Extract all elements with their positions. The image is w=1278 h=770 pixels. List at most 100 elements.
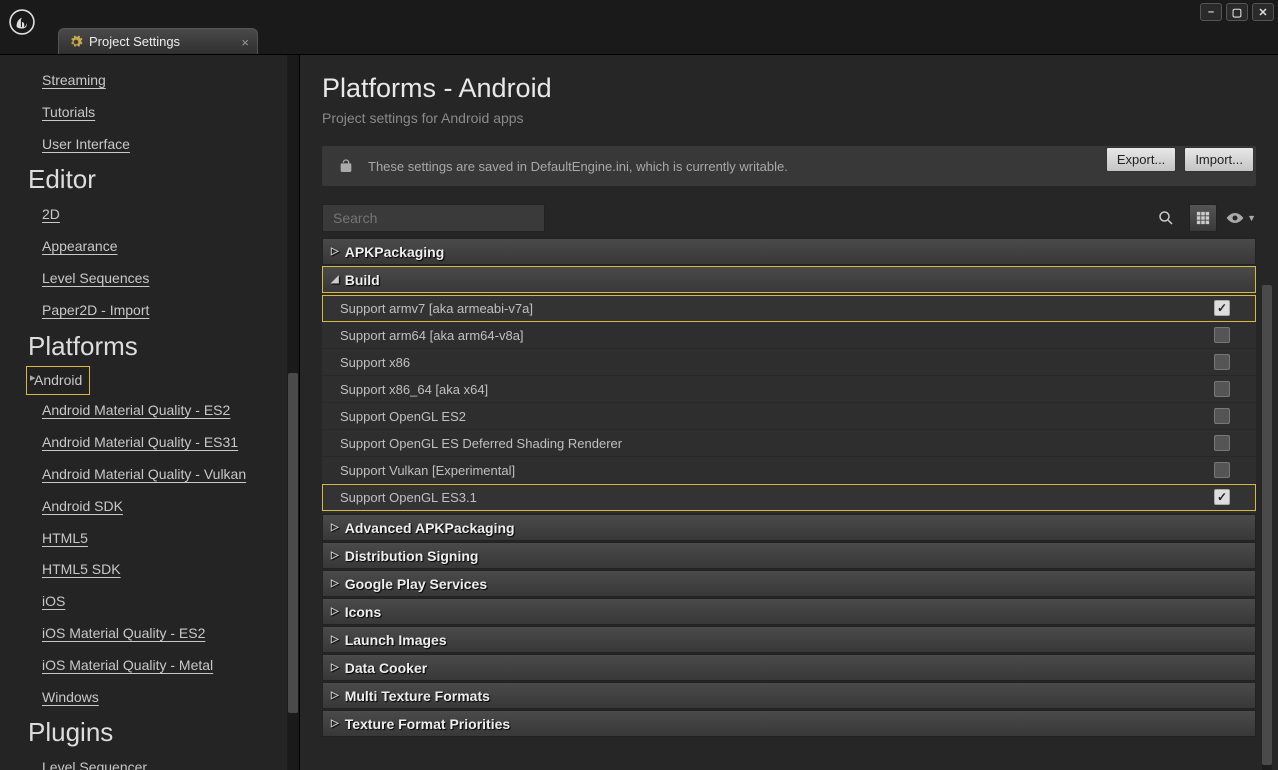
disclosure-closed-icon: ▷	[331, 246, 339, 257]
sidebar-group-editor: Editor	[0, 160, 287, 199]
sidebar-item-windows[interactable]: Windows	[0, 682, 287, 714]
disclosure-open-icon: ◢	[331, 274, 339, 285]
page-subtitle: Project settings for Android apps	[322, 110, 552, 126]
checkbox[interactable]	[1214, 462, 1230, 478]
close-button[interactable]: ✕	[1252, 3, 1274, 21]
category-distribution-signing[interactable]: ▷ Distribution Signing	[322, 542, 1256, 569]
app-logo	[8, 8, 36, 36]
disclosure-closed-icon: ▷	[331, 522, 339, 533]
grid-view-button[interactable]	[1189, 204, 1217, 232]
unreal-logo-icon	[9, 9, 35, 35]
category-icons[interactable]: ▷ Icons	[322, 598, 1256, 625]
sidebar-group-platforms: Platforms	[0, 327, 287, 366]
checkbox[interactable]	[1214, 381, 1230, 397]
import-button[interactable]: Import...	[1184, 147, 1254, 172]
sidebar-item-android-material-quality-es2[interactable]: Android Material Quality - ES2	[0, 395, 287, 427]
sidebar-item-android-sdk[interactable]: Android SDK	[0, 491, 287, 523]
checkbox[interactable]	[1214, 435, 1230, 451]
property-label: Support OpenGL ES Deferred Shading Rende…	[340, 436, 1214, 451]
visibility-button[interactable]: ▼	[1225, 211, 1256, 225]
property-row: Support Vulkan [Experimental]	[322, 457, 1256, 484]
property-label: Support Vulkan [Experimental]	[340, 463, 1214, 478]
property-list: Support armv7 [aka armeabi-v7a] Support a…	[322, 293, 1256, 513]
category-label: Build	[345, 272, 380, 288]
property-label: Support armv7 [aka armeabi-v7a]	[340, 301, 1214, 316]
category-multi-texture-formats[interactable]: ▷ Multi Texture Formats	[322, 682, 1256, 709]
search-icon[interactable]	[1157, 209, 1175, 230]
page-title: Platforms - Android	[322, 73, 552, 104]
disclosure-closed-icon: ▷	[331, 690, 339, 701]
sidebar-item-2d[interactable]: 2D	[0, 199, 287, 231]
property-label: Support arm64 [aka arm64-v8a]	[340, 328, 1214, 343]
tab-project-settings[interactable]: Project Settings ×	[58, 28, 258, 54]
category-label: APKPackaging	[345, 244, 445, 260]
checkbox[interactable]	[1214, 408, 1230, 424]
property-row: Support x86	[322, 349, 1256, 376]
category-label: Google Play Services	[345, 576, 487, 592]
minimize-button[interactable]: –	[1200, 3, 1222, 21]
sidebar-item-paper2d-import[interactable]: Paper2D - Import	[0, 295, 287, 327]
category-google-play-services[interactable]: ▷ Google Play Services	[322, 570, 1256, 597]
sidebar-item-android-material-quality-es31[interactable]: Android Material Quality - ES31	[0, 427, 287, 459]
content-scrollbar[interactable]	[1262, 285, 1272, 770]
sidebar-item-html5-sdk[interactable]: HTML5 SDK	[0, 554, 287, 586]
export-button[interactable]: Export...	[1106, 147, 1176, 172]
tab-close-icon[interactable]: ×	[241, 35, 249, 50]
sidebar-scrollbar[interactable]	[287, 55, 299, 770]
property-row: Support OpenGL ES2	[322, 403, 1256, 430]
chevron-down-icon: ▼	[1247, 213, 1256, 223]
category-texture-format-priorities[interactable]: ▷Texture Format Priorities	[322, 710, 1256, 737]
titlebar: – ▢ ✕	[0, 0, 1278, 26]
category-apkpackaging[interactable]: ▷ APKPackaging	[322, 238, 1256, 265]
disclosure-closed-icon: ▷	[331, 606, 339, 617]
category-label: Data Cooker	[345, 660, 427, 676]
search-input[interactable]	[322, 204, 545, 232]
disclosure-closed-icon: ▷	[331, 634, 339, 645]
category-label: Launch Images	[345, 632, 447, 648]
sidebar-item-ios[interactable]: iOS	[0, 586, 287, 618]
window-controls: – ▢ ✕	[1200, 3, 1274, 21]
sidebar-item-streaming[interactable]: Streaming	[0, 65, 287, 97]
checkbox[interactable]	[1214, 300, 1230, 316]
sidebar-item-tutorials[interactable]: Tutorials	[0, 97, 287, 129]
category-label: Distribution Signing	[345, 548, 479, 564]
sidebar-item-ios-material-quality-metal[interactable]: iOS Material Quality - Metal	[0, 650, 287, 682]
category-build[interactable]: ◢ Build	[322, 266, 1256, 293]
content-scrollbar-thumb[interactable]	[1262, 285, 1272, 765]
category-advanced-apkpackaging[interactable]: ▷ Advanced APKPackaging	[322, 514, 1256, 541]
checkbox[interactable]	[1214, 354, 1230, 370]
sidebar-item-user-interface[interactable]: User Interface	[0, 129, 287, 161]
sidebar-group-plugins: Plugins	[0, 713, 287, 752]
tab-bar: Project Settings ×	[0, 26, 1278, 54]
sidebar-item-ios-material-quality-es2[interactable]: iOS Material Quality - ES2	[0, 618, 287, 650]
property-label: Support OpenGL ES3.1	[340, 490, 1214, 505]
checkbox[interactable]	[1214, 327, 1230, 343]
sidebar-scrollbar-thumb[interactable]	[288, 373, 298, 713]
property-row: Support x86_64 [aka x64]	[322, 376, 1256, 403]
category-label: Icons	[345, 604, 382, 620]
category-launch-images[interactable]: ▷ Launch Images	[322, 626, 1256, 653]
disclosure-closed-icon: ▷	[331, 578, 339, 589]
checkbox[interactable]	[1214, 489, 1230, 505]
property-row: Support OpenGL ES Deferred Shading Rende…	[322, 430, 1256, 457]
category-data-cooker[interactable]: ▷ Data Cooker	[322, 654, 1256, 681]
sidebar-item-appearance[interactable]: Appearance	[0, 231, 287, 263]
sidebar-item-level-sequencer[interactable]: Level Sequencer	[0, 752, 287, 770]
disclosure-closed-icon: ▷	[331, 718, 339, 729]
disclosure-closed-icon: ▷	[331, 550, 339, 561]
search-row: ▼	[322, 204, 1256, 232]
sidebar-item-android[interactable]: Android	[26, 366, 90, 396]
sidebar-item-html5[interactable]: HTML5	[0, 523, 287, 555]
sidebar: StreamingTutorialsUser InterfaceEditor2D…	[0, 55, 300, 770]
gear-icon	[69, 35, 83, 49]
property-row: Support armv7 [aka armeabi-v7a]	[322, 295, 1256, 322]
eye-icon	[1225, 211, 1245, 225]
category-label: Multi Texture Formats	[345, 688, 490, 704]
sidebar-item-level-sequences[interactable]: Level Sequences	[0, 263, 287, 295]
sidebar-item-android-material-quality-vulkan[interactable]: Android Material Quality - Vulkan	[0, 459, 287, 491]
category-label: Advanced APKPackaging	[345, 520, 515, 536]
disclosure-closed-icon: ▷	[331, 662, 339, 673]
property-row: Support arm64 [aka arm64-v8a]	[322, 322, 1256, 349]
unlock-icon	[338, 158, 354, 174]
maximize-button[interactable]: ▢	[1226, 3, 1248, 21]
